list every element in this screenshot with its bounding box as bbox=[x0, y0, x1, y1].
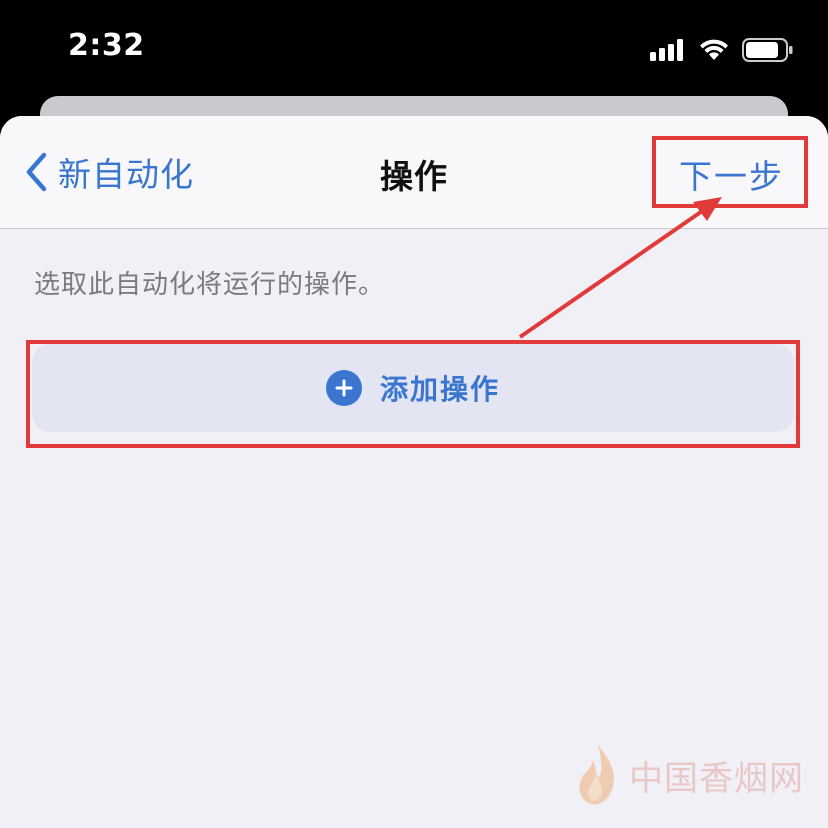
add-action-label: 添加操作 bbox=[379, 373, 500, 406]
cellular-signal-icon bbox=[650, 39, 683, 61]
watermark: 中国香烟网 bbox=[573, 740, 804, 810]
flame-logo-icon bbox=[579, 744, 614, 805]
battery-icon bbox=[742, 38, 793, 62]
add-action-button[interactable]: 添加操作 bbox=[32, 344, 794, 432]
watermark-text: 中国香烟网 bbox=[629, 758, 804, 799]
actions-sheet: 新自动化 操作 下一步 选取此自动化将运行的操作。 添加操作 bbox=[0, 116, 828, 828]
status-bar: 2:32 bbox=[0, 0, 828, 100]
status-icons bbox=[650, 34, 794, 66]
navigation-bar: 新自动化 操作 下一步 bbox=[0, 116, 828, 229]
status-time: 2:32 bbox=[68, 28, 145, 63]
description-text: 选取此自动化将运行的操作。 bbox=[34, 270, 386, 300]
plus-circle-icon bbox=[325, 370, 362, 406]
wifi-icon bbox=[700, 39, 728, 60]
phone-screen: 2:32 新自动化 操作 下一步 选取此自动化将运行的操作。 添加操作 中国香烟… bbox=[0, 0, 828, 828]
next-button[interactable]: 下一步 bbox=[679, 150, 784, 198]
